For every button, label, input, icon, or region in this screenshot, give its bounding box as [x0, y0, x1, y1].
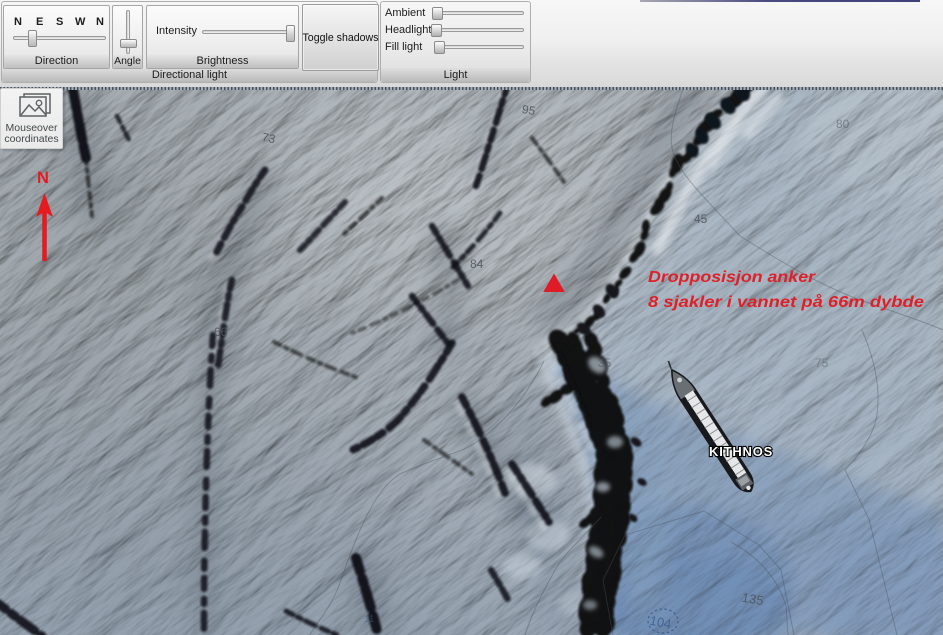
svg-text:80: 80 [836, 117, 850, 131]
svg-text:66: 66 [214, 325, 228, 339]
svg-text:KITHNOS: KITHNOS [709, 444, 773, 459]
svg-text:N: N [37, 169, 49, 187]
svg-text:45: 45 [694, 212, 708, 226]
svg-text:8 sjakler i vannet på 66m dybd: 8 sjakler i vannet på 66m dybde [648, 293, 924, 311]
svg-text:11: 11 [364, 614, 375, 625]
svg-text:35: 35 [598, 356, 612, 370]
svg-text:84: 84 [470, 257, 484, 271]
svg-text:95: 95 [521, 102, 537, 118]
svg-text:Dropposisjon anker: Dropposisjon anker [648, 269, 816, 286]
svg-text:75: 75 [815, 356, 829, 370]
